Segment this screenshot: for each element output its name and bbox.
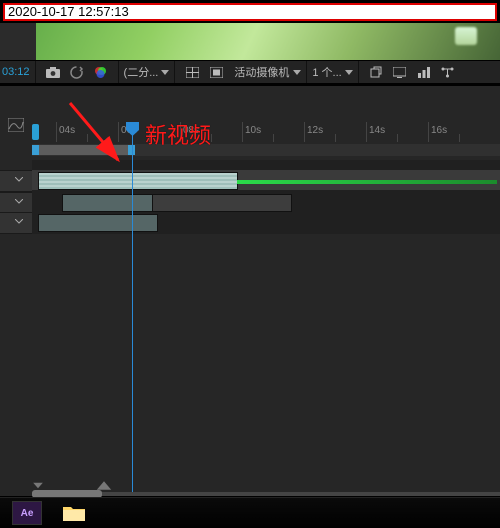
zoom-out-icon[interactable]	[33, 482, 43, 488]
annotation-label: 新视频	[145, 118, 211, 150]
ruler-start-cap[interactable]	[32, 124, 39, 140]
grid-toggle[interactable]	[184, 64, 200, 80]
share-icon[interactable]	[368, 64, 384, 80]
ruler-tick-label: 16s	[431, 125, 447, 136]
preview-timecode[interactable]: 03:12	[2, 66, 30, 78]
preview-toolbar: 03:12 (二分... 活动摄像机 1 个...	[0, 60, 500, 84]
ruler-tick-label: 14s	[369, 125, 385, 136]
resolution-dropdown[interactable]: (二分...	[124, 64, 170, 80]
chart-icon[interactable]	[416, 64, 432, 80]
camera-dropdown[interactable]: 活动摄像机	[234, 64, 301, 80]
taskbar-app-explorer[interactable]	[60, 502, 88, 524]
ruler-tick	[366, 122, 367, 142]
zoom-scrollbar[interactable]	[32, 492, 500, 496]
annotation-arrow	[60, 98, 140, 178]
preview-viewport[interactable]	[0, 23, 500, 60]
track-header-2[interactable]	[0, 192, 32, 214]
taskbar-app-ae[interactable]: Ae	[12, 501, 42, 525]
refresh-icon[interactable]	[69, 64, 85, 80]
work-area-start-handle[interactable]	[32, 145, 39, 155]
track-header-1[interactable]	[0, 170, 32, 192]
timestamp-text: 2020-10-17 12:57:13	[8, 4, 129, 19]
mask-toggle[interactable]	[208, 64, 224, 80]
ruler-tick	[242, 122, 243, 142]
ruler-tick	[304, 122, 305, 142]
clip-video-3[interactable]	[152, 194, 292, 212]
graph-editor-icon[interactable]	[8, 118, 24, 135]
snapshot-button[interactable]	[45, 64, 61, 80]
track-header-3[interactable]	[0, 212, 32, 234]
ruler-tick	[428, 122, 429, 142]
timeline-left-gutter	[0, 86, 32, 496]
clip-video-4[interactable]	[38, 214, 158, 232]
ruler-tick	[56, 122, 57, 142]
zoom-in-icon[interactable]	[97, 481, 111, 489]
tracks-area[interactable]	[32, 160, 500, 490]
views-dropdown[interactable]: 1 个...	[312, 64, 352, 80]
windows-taskbar: Ae	[0, 497, 500, 528]
timestamp-overlay: 2020-10-17 12:57:13	[3, 3, 497, 21]
ruler-tick-label: 10s	[245, 125, 261, 136]
channel-icon[interactable]	[93, 64, 109, 80]
ruler-tick-label: 12s	[307, 125, 323, 136]
flow-icon[interactable]	[440, 64, 456, 80]
monitor-icon[interactable]	[392, 64, 408, 80]
